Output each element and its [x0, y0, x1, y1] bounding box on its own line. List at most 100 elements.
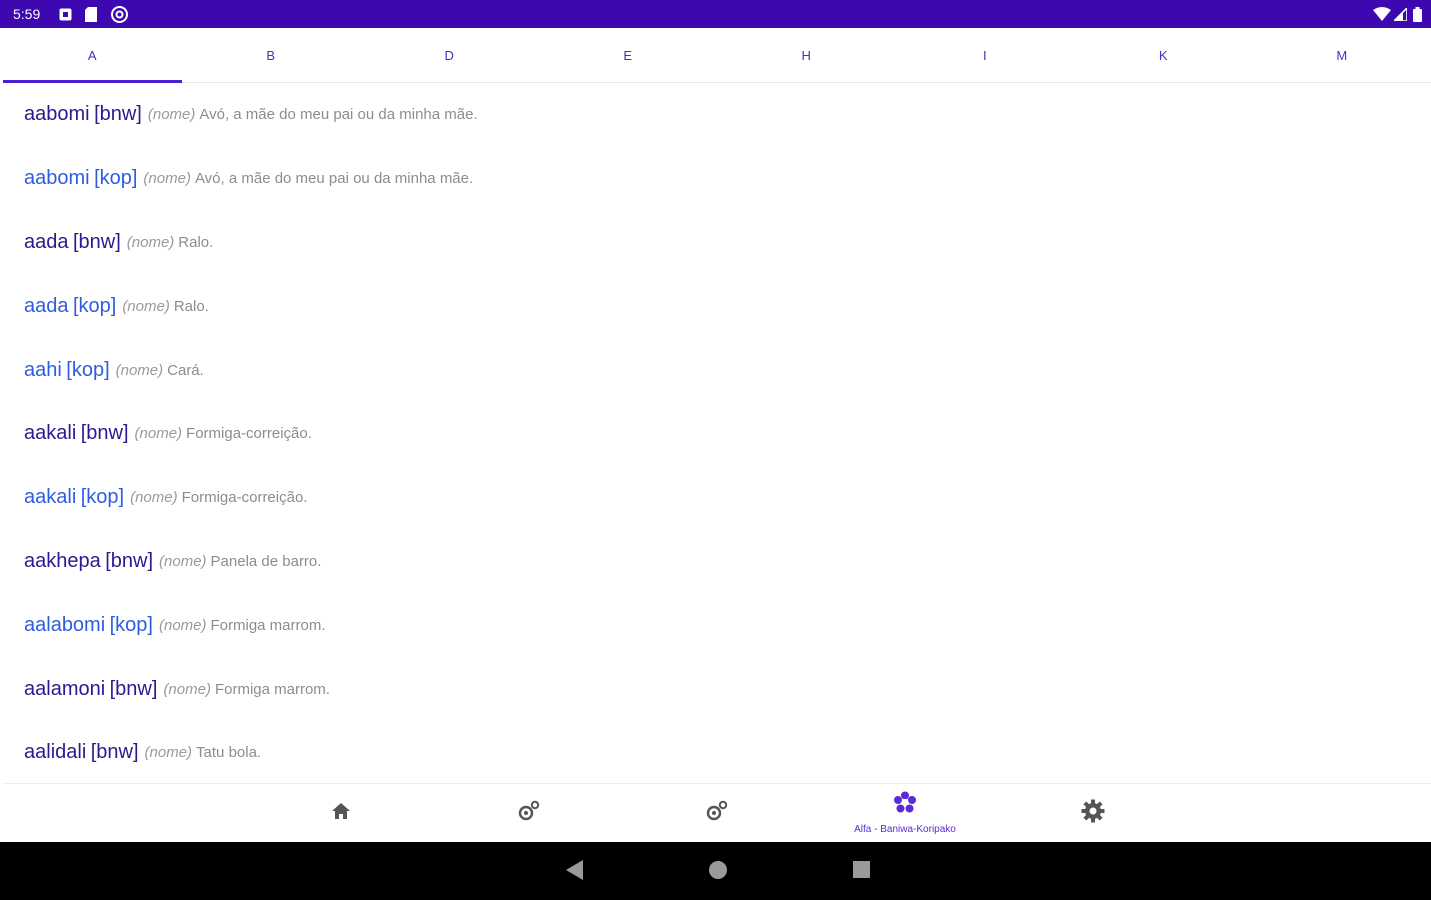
entry-gloss: Avó, a mãe do meu pai ou da minha mãe. [194, 170, 474, 188]
entry-part-of-speech: (nome) [163, 680, 211, 698]
entry-word: aalamoni [24, 677, 106, 700]
translate-icon [517, 800, 541, 827]
entry-gloss: Formiga marrom. [210, 616, 326, 634]
system-navigation-bar [0, 842, 1431, 900]
sd-card-icon [84, 6, 98, 22]
tab-label: I [982, 47, 987, 63]
entry-part-of-speech: (nome) [144, 744, 193, 762]
tab-label: D [444, 47, 454, 63]
entry-word: aakhepa [24, 549, 101, 572]
entry-part-of-speech: (nome) [134, 425, 183, 443]
list-item[interactable]: aada [bnw] (nome) Ralo. [3, 211, 1431, 275]
tab-m[interactable]: M [1253, 28, 1431, 82]
recents-button[interactable] [847, 858, 875, 886]
entry-language: [bnw] [105, 549, 154, 572]
entry-language: [kop] [72, 294, 117, 317]
entry-word: aalabomi [24, 613, 106, 636]
entry-language: [bnw] [109, 677, 158, 700]
nav-label: Alfa - Baniwa-Koripako [854, 824, 956, 835]
back-triangle-icon [566, 859, 584, 885]
entry-language: [kop] [66, 358, 110, 381]
bottom-navigation: Alfa - Baniwa-Koripako [3, 783, 1431, 842]
entry-part-of-speech: (nome) [147, 106, 196, 124]
nav-alfa[interactable]: Alfa - Baniwa-Koripako [845, 784, 965, 842]
entry-language: [bnw] [94, 103, 142, 126]
entry-gloss: Ralo. [173, 297, 209, 315]
tab-k[interactable]: K [1074, 28, 1253, 82]
entry-language: [kop] [94, 167, 138, 190]
gear-icon [1081, 799, 1105, 828]
tab-label: K [1158, 47, 1168, 63]
entry-language: [kop] [80, 486, 125, 509]
recents-square-icon [852, 861, 870, 883]
nav-home[interactable] [281, 784, 401, 842]
entry-gloss: Ralo. [178, 233, 214, 251]
entry-gloss: Formiga-correição. [181, 489, 308, 507]
tab-label: B [266, 47, 276, 63]
list-item[interactable]: aabomi [kop] (nome) Avó, a mãe do meu pai … [3, 147, 1431, 211]
entry-part-of-speech: (nome) [158, 616, 207, 634]
entry-gloss: Formiga-correição. [186, 425, 312, 443]
tab-a[interactable]: A [3, 28, 182, 83]
wifi-icon [1373, 6, 1391, 22]
nav-settings[interactable] [1033, 784, 1153, 842]
list-item[interactable]: aada [kop] (nome) Ralo. [3, 274, 1431, 338]
entry-part-of-speech: (nome) [143, 170, 191, 188]
entry-list: aabomi [bnw] (nome) Avó, a mãe do meu pai … [3, 83, 1431, 787]
tab-label: E [623, 47, 633, 63]
nav-translate-1[interactable] [469, 784, 589, 842]
entry-word: aalidali [24, 741, 87, 764]
tab-i[interactable]: I [896, 28, 1075, 82]
entry-part-of-speech: (nome) [159, 552, 207, 570]
entry-word: aakali [24, 422, 77, 445]
entry-word: aada [24, 294, 69, 317]
entry-language: [bnw] [72, 230, 121, 253]
entry-part-of-speech: (nome) [130, 489, 178, 507]
list-item[interactable]: aakhepa [bnw] (nome) Panela de barro. [3, 530, 1431, 594]
tab-label: H [801, 47, 811, 63]
notification-square-icon [58, 6, 72, 22]
entry-language: [bnw] [80, 422, 129, 445]
at-sign-icon [110, 5, 128, 23]
list-item[interactable]: aabomi [bnw] (nome) Avó, a mãe do meu pai … [3, 83, 1431, 147]
entry-gloss: Cará. [167, 361, 204, 379]
list-item[interactable]: aahi [kop] (nome) Cará. [3, 338, 1431, 402]
cell-signal-icon [1393, 6, 1407, 22]
list-item[interactable]: aalamoni [bnw] (nome) Formiga marrom. [3, 657, 1431, 721]
entry-gloss: Avó, a mãe do meu pai ou da minha mãe. [199, 106, 478, 124]
translate-icon [705, 800, 729, 827]
letter-tabs: A B D E H I K M [3, 28, 1431, 83]
status-bar: 5:59 [0, 0, 1431, 28]
back-button[interactable] [561, 858, 589, 886]
entry-language: [kop] [109, 613, 153, 636]
tab-d[interactable]: D [360, 28, 539, 82]
entry-gloss: Formiga marrom. [214, 680, 330, 698]
home-button[interactable] [704, 858, 732, 886]
battery-icon [1412, 6, 1422, 22]
entry-language: [bnw] [90, 741, 139, 764]
entry-word: aabomi [24, 103, 90, 126]
tab-label: A [87, 47, 97, 63]
entry-part-of-speech: (nome) [115, 361, 164, 379]
nav-translate-2[interactable] [657, 784, 777, 842]
entry-gloss: Tatu bola. [196, 744, 262, 762]
tab-h[interactable]: H [717, 28, 896, 82]
list-item[interactable]: aalabomi [kop] (nome) Formiga marrom. [3, 593, 1431, 657]
entry-word: aabomi [24, 167, 90, 190]
entry-word: aada [24, 230, 69, 253]
entry-part-of-speech: (nome) [122, 297, 170, 315]
home-icon [331, 802, 351, 825]
entry-word: aahi [24, 358, 62, 381]
home-circle-icon [709, 860, 727, 884]
list-item[interactable]: aakali [kop] (nome) Formiga-correição. [3, 466, 1431, 530]
tab-label: M [1336, 47, 1348, 63]
list-item[interactable]: aakali [bnw] (nome) Formiga-correição. [3, 402, 1431, 466]
tab-e[interactable]: E [539, 28, 718, 82]
status-time: 5:59 [13, 6, 41, 22]
app-content: A B D E H I K M aabomi [bnw] (nome) Avó, a… [3, 28, 1431, 842]
tab-b[interactable]: B [182, 28, 361, 82]
entry-gloss: Panela de barro. [210, 552, 322, 570]
entry-word: aakali [24, 486, 77, 509]
entry-part-of-speech: (nome) [126, 233, 175, 251]
list-item[interactable]: aalidali [bnw] (nome) Tatu bola. [3, 721, 1431, 785]
